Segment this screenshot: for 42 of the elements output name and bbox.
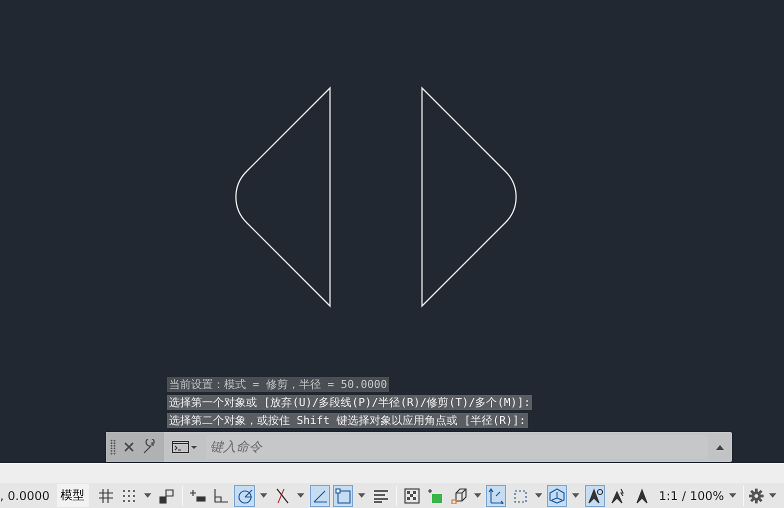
plus-dash-icon — [190, 488, 206, 504]
caret-down-icon[interactable] — [572, 493, 580, 498]
filled-square-plus-icon — [427, 488, 444, 504]
status-toggle-button[interactable] — [547, 484, 568, 506]
annotation-scale[interactable]: 1:1 / 100% — [658, 488, 724, 502]
caret-down-icon[interactable] — [729, 493, 736, 498]
figure-icon — [634, 488, 650, 504]
status-toggle-button[interactable] — [310, 484, 330, 506]
status-toggle-button[interactable] — [584, 484, 606, 506]
caret-down-icon[interactable] — [768, 493, 776, 498]
close-icon[interactable] — [124, 442, 134, 452]
model-tab[interactable]: 模型 — [56, 484, 89, 507]
crossed-lines-icon — [274, 488, 290, 504]
grip-icon[interactable] — [110, 439, 116, 455]
status-toggle-button[interactable] — [486, 484, 506, 506]
caret-up-icon[interactable] — [716, 444, 724, 450]
dashed-box-icon — [512, 488, 528, 504]
caret-down-icon[interactable] — [297, 493, 305, 498]
axes-icon — [488, 488, 504, 504]
caret-down-icon[interactable] — [474, 493, 482, 498]
figure-star-icon — [610, 488, 626, 504]
status-toggle-button[interactable] — [333, 484, 354, 506]
settings-icon[interactable] — [749, 488, 764, 504]
angle-icon — [312, 488, 328, 504]
caret-down-icon[interactable] — [260, 493, 268, 498]
figure-circle-icon — [586, 488, 603, 504]
grid-icon — [98, 488, 114, 504]
status-toggle-button[interactable] — [234, 484, 255, 506]
terminal-icon[interactable] — [172, 440, 198, 454]
gizmo-icon — [549, 488, 566, 504]
caret-down-icon[interactable] — [534, 493, 542, 498]
caret-down-icon[interactable] — [144, 493, 152, 498]
lines-icon — [372, 488, 389, 504]
checker-icon — [404, 488, 420, 504]
snap-dots-icon — [121, 488, 138, 504]
ortho-corner-icon — [213, 488, 230, 504]
circle-angle-icon — [236, 488, 253, 504]
corner-square-icon — [158, 488, 175, 504]
coordinates-readout: , 0.0000 — [0, 488, 51, 502]
command-input-field[interactable]: 键入命令 — [206, 435, 708, 459]
caret-down-icon[interactable] — [358, 493, 366, 498]
cube-icon — [450, 488, 467, 504]
